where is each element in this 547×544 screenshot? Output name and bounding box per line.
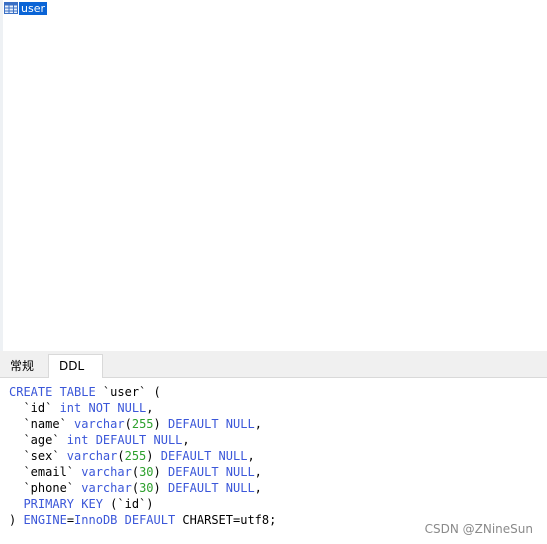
- sql-keyword: DEFAULT NULL: [167, 417, 255, 431]
- sql-text: ): [153, 481, 168, 495]
- table-list-pane[interactable]: user: [3, 0, 547, 351]
- sql-text: (: [124, 417, 132, 431]
- sql-text: `age`: [9, 433, 67, 447]
- sql-keyword: CREATE TABLE: [9, 385, 96, 399]
- sql-text: `email`: [9, 465, 82, 479]
- sql-keyword: varchar: [81, 465, 132, 479]
- ddl-line: `phone` varchar(30) DEFAULT NULL,: [9, 481, 262, 495]
- tab-general[interactable]: 常规: [4, 355, 48, 378]
- sql-text: ,: [247, 449, 255, 463]
- sql-keyword: PRIMARY KEY: [23, 497, 103, 511]
- sql-keyword: int DEFAULT NULL: [66, 433, 183, 447]
- sql-text: `id`: [9, 401, 60, 415]
- sql-text: ,: [254, 417, 262, 431]
- sql-text: `sex`: [9, 449, 67, 463]
- ddl-line: ) ENGINE=InnoDB DEFAULT CHARSET=utf8;: [9, 513, 276, 527]
- sql-keyword: varchar: [74, 417, 125, 431]
- sql-text: `name`: [9, 417, 75, 431]
- ddl-code[interactable]: CREATE TABLE `user` ( `id` int NOT NULL,…: [9, 384, 276, 528]
- table-item-user[interactable]: user: [4, 1, 47, 15]
- sql-number: 255: [131, 417, 154, 431]
- sql-keyword: DEFAULT NULL: [167, 481, 255, 495]
- table-name: user: [19, 1, 47, 15]
- sql-text: ,: [254, 465, 262, 479]
- sql-text: (: [131, 481, 140, 495]
- sql-number: 30: [139, 465, 154, 479]
- watermark: CSDN @ZNineSun: [424, 522, 533, 536]
- ddl-line: `id` int NOT NULL,: [9, 401, 154, 415]
- sql-text: (`id`): [102, 497, 154, 511]
- sql-text: (: [117, 449, 125, 463]
- sql-text: ): [153, 465, 168, 479]
- tab-bar: 常规 DDL: [0, 351, 547, 378]
- sql-text: ): [153, 417, 168, 431]
- tab-ddl[interactable]: DDL: [48, 354, 103, 378]
- sql-keyword: varchar: [81, 481, 132, 495]
- sql-number: 30: [139, 481, 154, 495]
- sql-text: ,: [146, 401, 154, 415]
- sql-keyword: ENGINE: [23, 513, 67, 527]
- ddl-line: PRIMARY KEY (`id`): [9, 497, 154, 511]
- sql-keyword: InnoDB DEFAULT: [74, 513, 176, 527]
- table-grid-icon: [4, 2, 18, 14]
- sql-keyword: DEFAULT NULL: [167, 465, 255, 479]
- sql-text: ,: [182, 433, 190, 447]
- ddl-pane[interactable]: CREATE TABLE `user` ( `id` int NOT NULL,…: [0, 378, 547, 544]
- ddl-line: `email` varchar(30) DEFAULT NULL,: [9, 465, 262, 479]
- sql-text: =: [66, 513, 75, 527]
- sql-number: 255: [124, 449, 147, 463]
- sql-text: ,: [254, 481, 262, 495]
- sql-text: CHARSET=utf8;: [175, 513, 277, 527]
- ddl-line: `sex` varchar(255) DEFAULT NULL,: [9, 449, 255, 463]
- sql-keyword: DEFAULT NULL: [160, 449, 248, 463]
- sql-text: ): [9, 513, 24, 527]
- sql-text: `user` (: [95, 385, 161, 399]
- ddl-line: CREATE TABLE `user` (: [9, 385, 161, 399]
- sql-text: (: [131, 465, 140, 479]
- sql-keyword: varchar: [66, 449, 118, 463]
- sql-text: ): [146, 449, 161, 463]
- ddl-line: `name` varchar(255) DEFAULT NULL,: [9, 417, 262, 431]
- sql-text: `phone`: [9, 481, 82, 495]
- sql-keyword: int NOT NULL: [59, 401, 147, 415]
- ddl-line: `age` int DEFAULT NULL,: [9, 433, 190, 447]
